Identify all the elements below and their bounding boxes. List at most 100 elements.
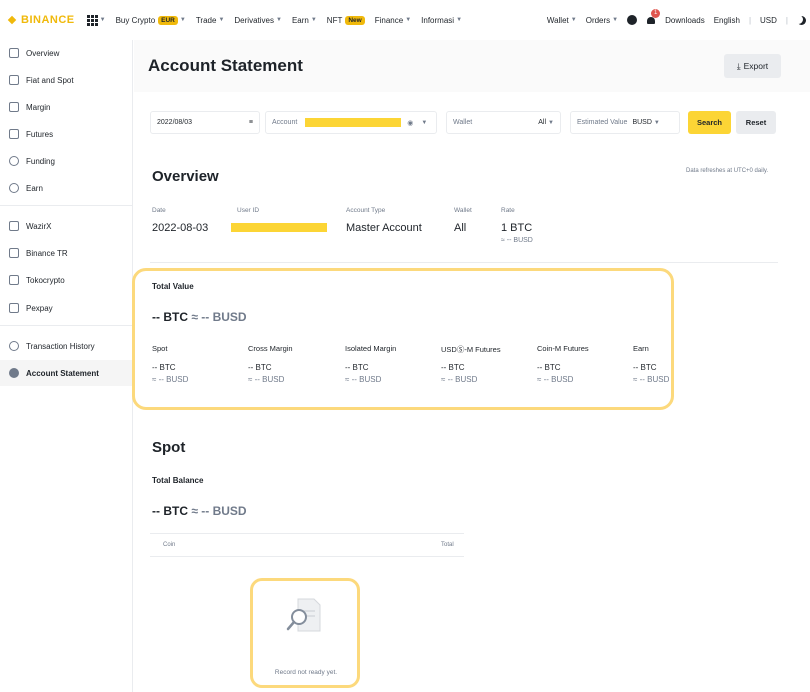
nav-item-finance[interactable]: Finance ▼ <box>375 16 411 25</box>
chevron-down-icon: ▼ <box>405 17 412 23</box>
account-type-value: Master Account <box>346 222 422 234</box>
sidebar-item-label: Pexpay <box>26 303 53 313</box>
breakdown-column-label: Spot <box>152 344 168 353</box>
breakdown-column-label: Isolated Margin <box>345 344 397 353</box>
sidebar-item-overview[interactable]: Overview <box>0 40 132 66</box>
breakdown-busd-value: ≈ -- BUSD <box>345 375 382 384</box>
page-title: Account Statement <box>148 56 303 75</box>
redacted-user-id <box>231 223 327 232</box>
chevron-down-icon: ▼ <box>310 17 317 23</box>
total-balance-amount: -- BTC ≈ -- BUSD <box>152 504 247 518</box>
eye-icon[interactable]: ◉ <box>407 119 413 127</box>
account-select[interactable]: Account ◉ ▼ <box>265 111 437 134</box>
sidebar-item-label: Fiat and Spot <box>26 75 74 85</box>
moon-icon[interactable] <box>797 16 806 25</box>
sidebar-item-label: Tokocrypto <box>26 275 65 285</box>
sidebar-item-label: Account Statement <box>26 368 99 378</box>
sidebar-item-label: Binance TR <box>26 248 68 258</box>
fiat-spot-icon <box>9 75 19 85</box>
currency-selector[interactable]: USD <box>760 16 777 25</box>
downloads-link[interactable]: Downloads <box>665 16 705 25</box>
nav-menu: Buy Crypto EUR ▼ Trade ▼ Derivatives ▼ Earn ▼ NFT… <box>106 15 462 25</box>
sidebar-divider <box>0 205 132 206</box>
breakdown-busd-value: ≈ -- BUSD <box>152 375 189 384</box>
nav-divider: | <box>785 15 788 25</box>
chevron-down-icon: ▼ <box>179 17 186 23</box>
nav-item-nft[interactable]: NFT New <box>327 15 365 25</box>
wallet-icon <box>9 275 19 285</box>
breakdown-busd-value: ≈ -- BUSD <box>537 375 574 384</box>
orders-menu[interactable]: Orders ▼ <box>586 16 618 25</box>
spot-title: Spot <box>152 439 186 456</box>
search-button[interactable]: Search <box>688 111 731 134</box>
binance-logo[interactable]: BINANCE <box>6 14 75 26</box>
date-picker[interactable]: 2022/08/03 ≡ <box>150 111 260 134</box>
sidebar-item-funding[interactable]: Funding <box>0 148 132 174</box>
sidebar-item-wazirx[interactable]: WazirX <box>0 213 132 239</box>
overview-title: Overview <box>152 168 219 185</box>
breakdown-busd-value: ≈ -- BUSD <box>441 375 478 384</box>
sidebar-item-margin[interactable]: Margin <box>0 94 132 120</box>
grid-icon[interactable] <box>86 14 98 26</box>
language-selector[interactable]: English <box>714 16 740 25</box>
coin-column-header[interactable]: Coin <box>163 542 175 548</box>
total-value-label: Total Value <box>152 282 194 291</box>
wallet-icon <box>9 221 19 231</box>
no-records-icon <box>286 598 321 632</box>
nav-item-trade[interactable]: Trade ▼ <box>196 16 225 25</box>
sidebar-item-label: Earn <box>26 183 43 193</box>
sidebar-item-binance-tr[interactable]: Binance TR <box>0 240 132 266</box>
breakdown-busd-value: ≈ -- BUSD <box>633 375 670 384</box>
reset-button[interactable]: Reset <box>736 111 776 134</box>
total-balance-label: Total Balance <box>152 476 204 485</box>
statement-icon <box>9 368 19 378</box>
breakdown-column-label: Cross Margin <box>248 344 293 353</box>
top-navigation: BINANCE ▼ Buy Crypto EUR ▼ Trade ▼ Derivative… <box>0 0 810 40</box>
nav-item-derivatives[interactable]: Derivatives ▼ <box>234 16 282 25</box>
user-icon[interactable] <box>627 15 638 25</box>
nav-pill-badge: New <box>345 15 365 25</box>
date-value: 2022-08-03 <box>152 222 209 234</box>
estimated-value-select[interactable]: Estimated Value BUSD ▼ <box>570 111 680 134</box>
sidebar-item-pexpay[interactable]: Pexpay <box>0 295 132 321</box>
sidebar-item-label: Transaction History <box>26 341 95 351</box>
chevron-down-icon: ▼ <box>548 120 554 126</box>
sidebar-item-tokocrypto[interactable]: Tokocrypto <box>0 267 132 293</box>
nav-divider: | <box>748 15 752 25</box>
download-icon: ⤓ <box>736 60 741 71</box>
wallet-menu[interactable]: Wallet ▼ <box>547 16 577 25</box>
total-value-amount: -- BTC ≈ -- BUSD <box>152 310 247 324</box>
chevron-down-icon: ▼ <box>653 119 660 126</box>
wallet-icon <box>9 303 19 313</box>
divider <box>150 262 778 263</box>
sidebar-item-account-statement[interactable]: Account Statement <box>0 360 132 386</box>
funding-icon <box>9 156 19 166</box>
wallet-select[interactable]: Wallet All ▼ <box>446 111 561 134</box>
sidebar-item-label: Margin <box>26 102 51 112</box>
breakdown-column-label: Earn <box>633 344 649 353</box>
sidebar-item-earn[interactable]: Earn <box>0 175 132 201</box>
sidebar-item-futures[interactable]: Futures <box>0 121 132 147</box>
sidebar-item-fiat-and-spot[interactable]: Fiat and Spot <box>0 67 132 93</box>
export-button[interactable]: ⤓ Export <box>724 54 781 78</box>
breakdown-btc-value: -- BTC <box>152 363 176 372</box>
total-column-header[interactable]: Total <box>441 542 454 548</box>
overview-icon <box>9 48 19 58</box>
nav-item-earn[interactable]: Earn ▼ <box>292 16 317 25</box>
nav-item-informasi[interactable]: Informasi ▼ <box>421 16 462 25</box>
chevron-down-icon: ▼ <box>421 119 428 126</box>
history-icon <box>9 341 19 351</box>
sidebar-item-transaction-history[interactable]: Transaction History <box>0 333 132 359</box>
breakdown-btc-value: -- BTC <box>537 363 561 372</box>
nav-item-buy-crypto[interactable]: Buy Crypto EUR ▼ <box>116 15 186 25</box>
breakdown-btc-value: -- BTC <box>248 363 272 372</box>
chevron-down-icon: ▼ <box>218 17 225 23</box>
nav-right: Wallet ▼ Orders ▼ 1 Downloads English | US… <box>537 0 806 40</box>
sidebar: Overview Fiat and Spot Margin Futures Fundin… <box>0 40 133 692</box>
redacted-account <box>305 118 402 127</box>
rate-sub-value: ≈ -- BUSD <box>501 237 533 244</box>
table-top-border <box>150 533 464 534</box>
sidebar-item-label: Overview <box>26 48 60 58</box>
date-label: Date <box>152 207 166 214</box>
bell-icon[interactable]: 1 <box>646 9 661 25</box>
